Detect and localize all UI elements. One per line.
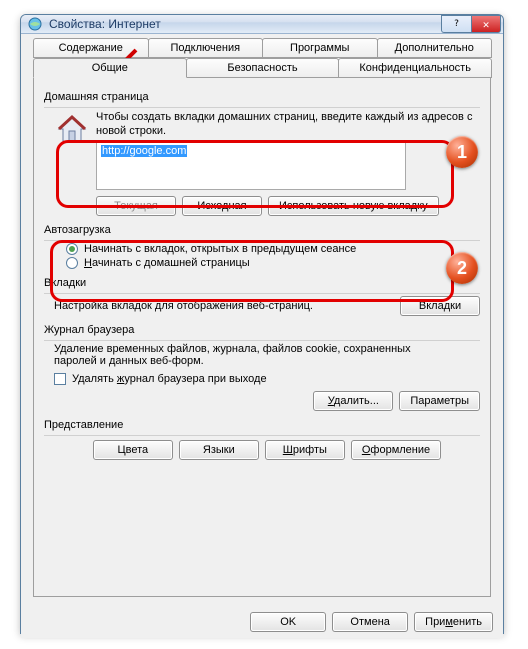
use-newtab-button[interactable]: Использовать новую вкладку <box>268 196 439 216</box>
tab-programs[interactable]: Программы <box>262 38 378 58</box>
help-button[interactable]: ? <box>441 15 471 33</box>
languages-button[interactable]: Языки <box>179 440 259 460</box>
titlebar[interactable]: Свойства: Интернет ? ✕ <box>21 15 503 34</box>
cancel-button[interactable]: Отмена <box>332 612 408 632</box>
internet-options-icon <box>27 16 43 32</box>
tab-advanced[interactable]: Дополнительно <box>377 38 493 58</box>
homepage-buttons: Текущая Исходная Использовать новую вкла… <box>96 196 480 216</box>
homepage-url-value: http://google.com <box>101 145 187 157</box>
tab-row-front: Общие Безопасность Конфиденциальность <box>33 58 491 78</box>
radio-checked-icon <box>66 243 78 255</box>
startup-group-label: Автозагрузка <box>44 224 480 236</box>
delete-on-exit-checkbox[interactable]: Удалять журнал браузера при выходе <box>54 373 480 385</box>
tab-row-back: Содержание Подключения Программы Дополни… <box>33 38 491 58</box>
history-params-button[interactable]: Параметры <box>399 391 480 411</box>
history-delete-button[interactable]: Удалить... <box>313 391 393 411</box>
history-hint: Удаление временных файлов, журнала, файл… <box>54 343 434 367</box>
home-icon <box>54 110 90 146</box>
homepage-hint: Чтобы создать вкладки домашних страниц, … <box>96 110 480 138</box>
appearance-group-label: Представление <box>44 419 480 431</box>
close-button[interactable]: ✕ <box>471 15 501 33</box>
dialog-window: Свойства: Интернет ? ✕ Содержание Подклю… <box>20 14 504 634</box>
dialog-footer: OK Отмена Применить <box>21 606 503 638</box>
homepage-url-textarea[interactable]: http://google.com <box>96 142 406 190</box>
checkbox-unchecked-icon <box>54 373 66 385</box>
tabs-settings-button[interactable]: Вкладки <box>400 296 480 316</box>
accessibility-button[interactable]: Оформление <box>351 440 441 460</box>
homepage-group-label: Домашняя страница <box>44 91 480 103</box>
startup-radio-home-label: Начинать с домашней страницы <box>84 257 250 269</box>
delete-on-exit-label: Удалять журнал браузера при выходе <box>72 373 267 385</box>
tabs-hint: Настройка вкладок для отображения веб-ст… <box>54 300 313 312</box>
use-current-button[interactable]: Текущая <box>96 196 176 216</box>
tab-privacy[interactable]: Конфиденциальность <box>338 58 492 78</box>
tab-content[interactable]: Содержание <box>33 38 149 58</box>
tab-pane-general: Домашняя страница Чтобы создать вкладки … <box>33 77 491 597</box>
radio-unchecked-icon <box>66 257 78 269</box>
tabs-group-label: Вкладки <box>44 277 480 289</box>
ok-button[interactable]: OK <box>250 612 326 632</box>
apply-button[interactable]: Применить <box>414 612 493 632</box>
colors-button[interactable]: Цвета <box>93 440 173 460</box>
startup-radio-session[interactable]: Начинать с вкладок, открытых в предыдуще… <box>66 243 480 255</box>
tab-connections[interactable]: Подключения <box>148 38 264 58</box>
fonts-button[interactable]: Шрифты <box>265 440 345 460</box>
startup-radio-home[interactable]: Начинать с домашней страницы <box>66 257 480 269</box>
tab-security[interactable]: Безопасность <box>186 58 340 78</box>
use-default-button[interactable]: Исходная <box>182 196 262 216</box>
startup-radio-session-label: Начинать с вкладок, открытых в предыдуще… <box>84 243 356 255</box>
window-title: Свойства: Интернет <box>49 17 441 31</box>
tab-general[interactable]: Общие <box>33 58 187 78</box>
history-group-label: Журнал браузера <box>44 324 480 336</box>
dialog-body: Содержание Подключения Программы Дополни… <box>21 34 503 606</box>
